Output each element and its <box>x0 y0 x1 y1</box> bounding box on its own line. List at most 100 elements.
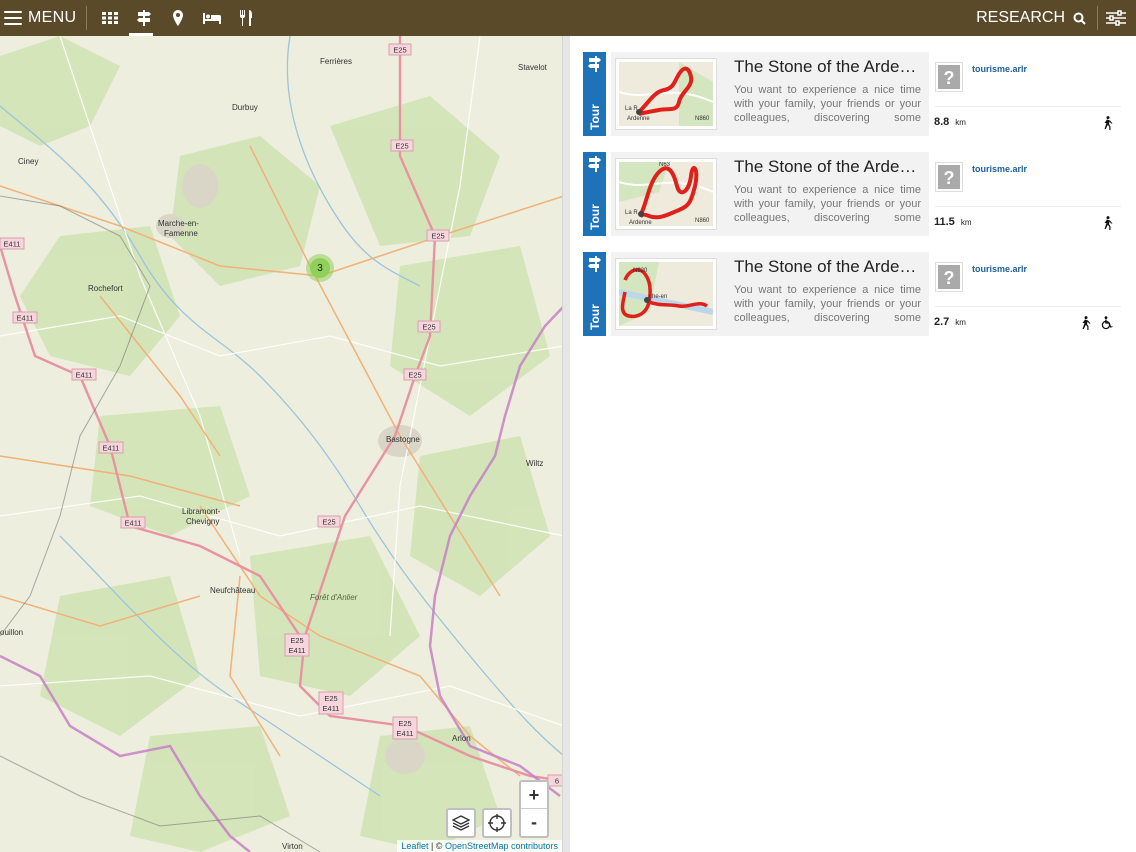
panel-divider[interactable] <box>562 36 570 852</box>
svg-text:N820: N820 <box>633 268 648 274</box>
map-cluster-marker[interactable]: 3 <box>306 254 334 282</box>
locate-button[interactable] <box>482 808 512 838</box>
card-body[interactable]: La R Ardenne N860 The Stone of the Ardenne… <box>611 52 929 136</box>
place-label: Stavelot <box>518 63 548 72</box>
road-shield: E411 <box>0 237 25 250</box>
provider-logo: ? <box>935 162 963 192</box>
place-label: Marche-en- <box>158 219 199 228</box>
svg-text:N860: N860 <box>695 116 710 122</box>
place-label: Arlon <box>452 734 471 743</box>
distance: 11.5 km <box>934 216 971 228</box>
card-meta: ? tourisme.arlr 11.5 km <box>931 152 1121 236</box>
card-title[interactable]: The Stone of the Ardennes <box>734 57 924 77</box>
zoom-in-button[interactable]: + <box>521 782 547 809</box>
place-label: Libramont- <box>182 507 221 516</box>
search-icon <box>1073 12 1086 25</box>
road-shield: E411 <box>98 441 124 454</box>
divider <box>935 206 1121 207</box>
leaflet-link[interactable]: Leaflet <box>401 841 428 851</box>
walking-icon <box>1082 316 1091 330</box>
map-tiles: Ferrières Stavelot Durbuy Ciney Marche-e… <box>0 36 564 852</box>
svg-text:?: ? <box>944 68 955 88</box>
place-label: Virton <box>282 842 303 851</box>
distance: 2.7 km <box>934 316 966 328</box>
place-label: Rochefort <box>88 284 123 293</box>
svg-text:E411: E411 <box>289 646 306 655</box>
layers-button[interactable] <box>446 808 476 838</box>
nav-places[interactable] <box>161 0 195 36</box>
svg-text:E411: E411 <box>76 371 93 380</box>
road-shield: E25 <box>317 515 341 528</box>
svg-text:E25: E25 <box>408 371 421 380</box>
place-label: Ferrières <box>320 57 352 66</box>
tour-tab[interactable]: Tour <box>583 52 606 136</box>
svg-text:E411: E411 <box>4 240 21 249</box>
road-shield: E411 <box>12 311 38 324</box>
card-body[interactable]: N820 che-en The Stone of the Ardennes You… <box>611 252 929 336</box>
nav-accommodation[interactable] <box>195 0 229 36</box>
research-button[interactable]: RESEARCH <box>976 0 1086 36</box>
nav-grid[interactable] <box>93 0 127 36</box>
filter-button[interactable] <box>1102 0 1130 36</box>
tour-tab[interactable]: Tour <box>583 152 606 236</box>
svg-text:E411: E411 <box>323 704 340 713</box>
road-shield: E25E411 <box>318 691 344 715</box>
svg-text:E25: E25 <box>398 719 411 728</box>
svg-text:E411: E411 <box>397 729 414 738</box>
question-mark-icon: ? <box>938 265 960 289</box>
map-pin-icon <box>173 10 184 26</box>
distance: 8.8 km <box>934 116 966 128</box>
fork-knife-icon <box>240 10 253 26</box>
svg-text:E25: E25 <box>431 232 444 241</box>
road-shield: E411 <box>71 368 97 381</box>
map[interactable]: Ferrières Stavelot Durbuy Ciney Marche-e… <box>0 36 564 852</box>
tour-tab[interactable]: Tour <box>583 252 606 336</box>
distance-unit: km <box>960 218 972 227</box>
card-meta: ? tourisme.arlr 2.7 km <box>931 252 1121 336</box>
card-title[interactable]: The Stone of the Ardennes <box>734 157 924 177</box>
wheelchair-icon <box>1101 316 1113 330</box>
distance-unit: km <box>955 118 966 127</box>
road-shield: E25 <box>417 320 441 333</box>
tab-label: Tour <box>588 204 602 230</box>
menu-button[interactable]: MENU <box>0 0 84 36</box>
card-description: You want to experience a nice time with … <box>734 284 921 324</box>
provider-logo: ? <box>935 62 963 92</box>
sliders-icon <box>1106 10 1126 26</box>
svg-text:E411: E411 <box>103 444 120 453</box>
place-label: Wiltz <box>526 459 543 468</box>
nav-tours[interactable] <box>127 0 161 36</box>
walking-icon <box>1104 116 1113 130</box>
source-link[interactable]: tourisme.arlr <box>972 164 1027 174</box>
layers-icon <box>452 815 470 831</box>
zoom-out-button[interactable]: - <box>521 809 547 836</box>
result-card: Tour N820 che-en The Stone of the Ardenne… <box>583 252 1121 338</box>
svg-text:E411: E411 <box>125 519 142 528</box>
road-shield: E25E411 <box>392 716 418 740</box>
menu-label: MENU <box>28 9 77 26</box>
svg-text:E25: E25 <box>422 323 435 332</box>
road-shield: E25 <box>403 368 427 381</box>
svg-text:La R: La R <box>625 106 638 112</box>
svg-text:Ardenne: Ardenne <box>629 220 652 226</box>
card-title[interactable]: The Stone of the Ardennes <box>734 257 924 277</box>
question-mark-icon: ? <box>938 65 960 89</box>
card-meta: ? tourisme.arlr 8.8 km <box>931 52 1121 136</box>
source-link[interactable]: tourisme.arlr <box>972 64 1027 74</box>
route-thumbnail: La R Ardenne N860 N63 <box>615 158 717 230</box>
place-label: Forêt d'Anlier <box>310 593 358 602</box>
distance-value: 8.8 <box>934 116 950 128</box>
signpost-icon <box>137 10 152 26</box>
nav-restaurants[interactable] <box>229 0 263 36</box>
road-shield: E25 <box>390 139 414 152</box>
place-label: Bastogne <box>386 435 420 444</box>
card-description: You want to experience a nice time with … <box>734 184 921 224</box>
bed-icon <box>203 13 222 24</box>
hamburger-icon <box>4 11 22 25</box>
result-card: Tour La R Ardenne N860 N63 The Stone of the… <box>583 152 1121 238</box>
divider <box>86 6 88 30</box>
osm-link[interactable]: OpenStreetMap contributors <box>445 841 558 851</box>
source-link[interactable]: tourisme.arlr <box>972 264 1027 274</box>
card-body[interactable]: La R Ardenne N860 N63 The Stone of the Arde… <box>611 152 929 236</box>
svg-text:E25: E25 <box>393 46 406 55</box>
